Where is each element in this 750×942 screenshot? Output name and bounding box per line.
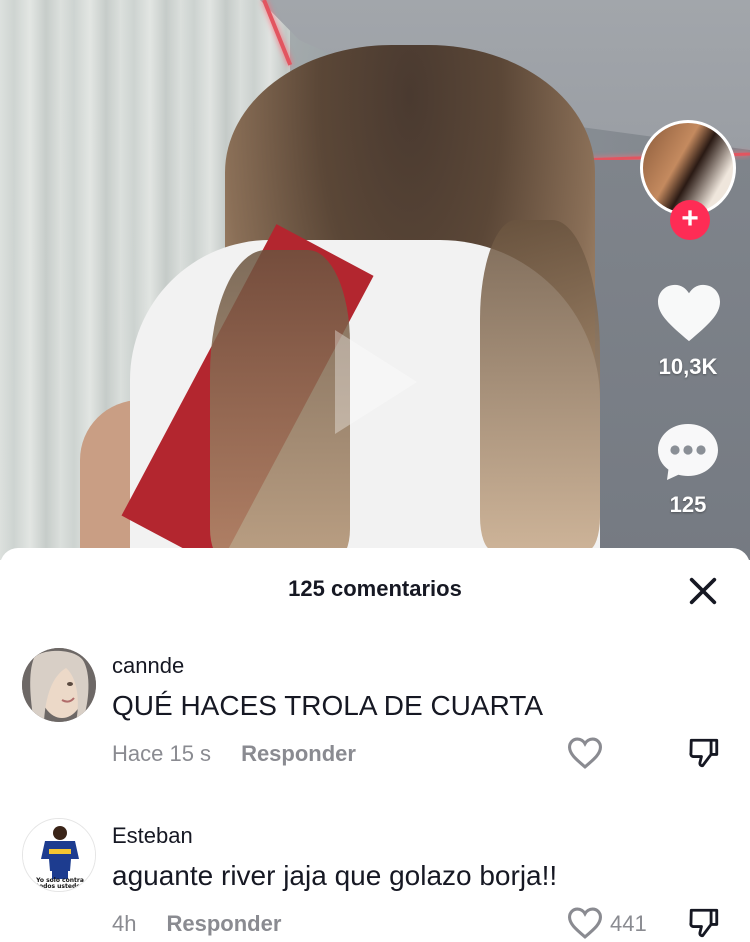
svg-text:todos ustedes: todos ustedes — [36, 883, 84, 890]
comment-bubble-icon[interactable] — [654, 420, 722, 484]
avatar-photo — [22, 648, 96, 722]
plus-icon: + — [681, 202, 699, 235]
avatar-photo: Yo solo contra todos ustedes — [23, 819, 95, 891]
comments-title: 125 comentarios — [288, 576, 462, 601]
heart-icon[interactable] — [566, 736, 604, 770]
comment-text: QUÉ HACES TROLA DE CUARTA — [112, 690, 543, 721]
video-subject-hair — [480, 220, 600, 550]
avatar[interactable]: Yo solo contra todos ustedes — [22, 818, 96, 892]
comment-username[interactable]: cannde — [112, 653, 184, 679]
comment-time: 4h — [112, 911, 137, 936]
comment-like-count: 441 — [610, 911, 647, 936]
follow-button[interactable]: + — [670, 200, 710, 240]
dislike-icon[interactable] — [687, 906, 721, 940]
reply-button[interactable]: Responder — [166, 911, 281, 936]
comments-sheet: 125 comentarios cannde QUÉ HACES TROLA D… — [0, 548, 750, 942]
video-player[interactable]: + 10,3K 125 — [0, 0, 750, 560]
dislike-icon[interactable] — [687, 736, 721, 770]
avatar[interactable] — [22, 648, 96, 722]
reply-button[interactable]: Responder — [241, 741, 356, 766]
comment-time: Hace 15 s — [112, 741, 212, 766]
close-icon[interactable] — [686, 574, 720, 608]
like-count: 10,3K — [658, 354, 718, 379]
play-icon[interactable] — [335, 330, 417, 434]
comment-username[interactable]: Esteban — [112, 823, 193, 849]
comment-meta: 4h Responder — [112, 911, 281, 937]
video-subject-hair — [210, 250, 350, 560]
comment-text: aguante river jaja que golazo borja!! — [112, 860, 558, 891]
heart-icon[interactable] — [566, 906, 604, 940]
comment-count: 125 — [669, 492, 707, 517]
heart-icon[interactable] — [654, 282, 724, 344]
comment-meta: Hace 15 s Responder — [112, 741, 356, 767]
